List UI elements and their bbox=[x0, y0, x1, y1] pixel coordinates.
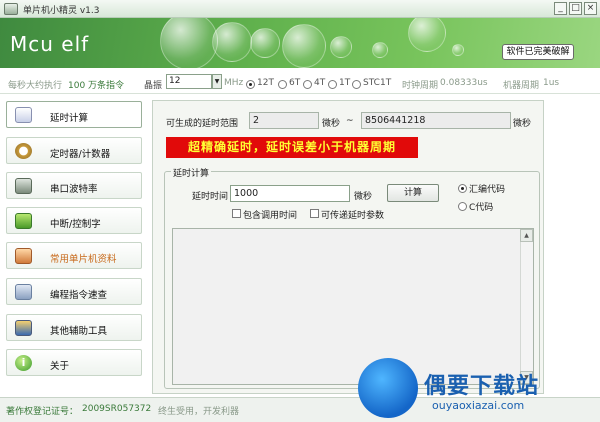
sidebar-item-baud[interactable]: 串口波特率 bbox=[6, 172, 142, 199]
sidebar-item-instructions[interactable]: 编程指令速查 bbox=[6, 278, 142, 305]
bubble-decoration bbox=[160, 18, 218, 68]
serial-port-icon bbox=[15, 178, 32, 194]
chip-icon bbox=[15, 213, 32, 229]
close-button[interactable]: × bbox=[584, 2, 597, 15]
sidebar-item-label: 定时器/计数器 bbox=[50, 149, 111, 160]
precision-warning-banner: 超精确延时，延时误差小于机器周期 bbox=[166, 137, 418, 158]
radio-6t-label: 6T bbox=[289, 78, 301, 88]
radio-stc1t[interactable] bbox=[352, 80, 361, 89]
sidebar-item-label: 关于 bbox=[50, 361, 70, 372]
speed-prefix: 每秒大约执行 bbox=[8, 81, 63, 91]
title-bar: 单片机小精灵 v1.3 _ □ × bbox=[0, 0, 600, 18]
range-label: 可生成的延时范围 bbox=[166, 119, 239, 129]
watermark-url: ouyaoxiazai.com bbox=[432, 399, 525, 412]
radio-4t[interactable] bbox=[303, 80, 312, 89]
delay-time-input[interactable]: 1000 bbox=[230, 185, 350, 202]
range-separator: ~ bbox=[346, 116, 354, 126]
slogan-text: 终生受用，开发利器 bbox=[158, 407, 240, 417]
app-icon bbox=[4, 3, 18, 15]
sidebar-item-label: 中断/控制字 bbox=[50, 219, 101, 230]
sidebar-item-label: 其他辅助工具 bbox=[50, 326, 108, 337]
sidebar-item-reference[interactable]: 常用单片机资料 bbox=[6, 242, 142, 269]
sidebar-item-interrupt[interactable]: 中断/控制字 bbox=[6, 207, 142, 234]
keyboard-icon bbox=[15, 284, 32, 300]
sidebar: 延时计算 定时器/计数器 串口波特率 中断/控制字 常用单片机资料 编程指令速查… bbox=[0, 95, 152, 397]
delay-unit: 微秒 bbox=[354, 192, 373, 202]
code-output-area[interactable] bbox=[172, 228, 534, 385]
minimize-button[interactable]: _ bbox=[554, 2, 567, 15]
range-min-field: 2 bbox=[249, 112, 319, 129]
info-icon: i bbox=[15, 355, 32, 371]
radio-asm-label: 汇编代码 bbox=[469, 185, 506, 195]
radio-12t[interactable] bbox=[246, 80, 255, 89]
radio-c-label: C代码 bbox=[469, 203, 494, 213]
include-call-checkbox[interactable] bbox=[232, 209, 241, 218]
hand-pointer-icon bbox=[15, 107, 32, 123]
sidebar-item-delay[interactable]: 延时计算 bbox=[6, 101, 142, 128]
toolbox-icon bbox=[15, 320, 32, 336]
crystal-select[interactable]: 12 bbox=[166, 74, 212, 89]
chevron-down-icon[interactable]: ▼ bbox=[212, 74, 222, 89]
crystal-label: 晶振 bbox=[144, 81, 163, 91]
delay-time-label: 延时时间 bbox=[192, 192, 229, 202]
range-unit-max: 微秒 bbox=[513, 119, 532, 129]
sidebar-item-label: 编程指令速查 bbox=[50, 290, 108, 301]
sidebar-item-label: 串口波特率 bbox=[50, 184, 98, 195]
machine-period-value: 1us bbox=[543, 78, 560, 88]
sidebar-item-about[interactable]: i 关于 bbox=[6, 349, 142, 376]
app-logo: Mcu elf bbox=[10, 32, 90, 56]
window-title: 单片机小精灵 v1.3 bbox=[23, 6, 100, 16]
radio-1t-label: 1T bbox=[339, 78, 351, 88]
calculate-button[interactable]: 计算 bbox=[387, 184, 439, 202]
include-call-label: 包含调用时间 bbox=[243, 211, 298, 221]
sidebar-item-tools[interactable]: 其他辅助工具 bbox=[6, 314, 142, 341]
stopwatch-icon bbox=[15, 143, 32, 159]
radio-stc1t-label: STC1T bbox=[363, 78, 392, 88]
bubble-decoration bbox=[212, 22, 252, 62]
sidebar-item-label: 延时计算 bbox=[50, 113, 89, 124]
clock-period-value: 0.08333us bbox=[440, 78, 488, 88]
radio-c-code[interactable] bbox=[458, 202, 467, 211]
restore-button[interactable]: □ bbox=[569, 2, 582, 15]
radio-4t-label: 4T bbox=[314, 78, 326, 88]
scroll-up-button[interactable]: ▲ bbox=[520, 229, 533, 242]
pass-param-checkbox[interactable] bbox=[310, 209, 319, 218]
watermark-logo-icon bbox=[358, 358, 418, 418]
watermark-title: 偶要下载站 bbox=[424, 374, 540, 399]
radio-12t-label: 12T bbox=[257, 78, 274, 88]
registration-label: 著作权登记证号： bbox=[6, 407, 79, 417]
sidebar-item-timer[interactable]: 定时器/计数器 bbox=[6, 137, 142, 164]
bubble-decoration bbox=[250, 28, 280, 58]
bubble-decoration bbox=[408, 18, 446, 52]
registration-number: 2009SR057372 bbox=[82, 404, 152, 414]
range-max-field: 8506441218 bbox=[361, 112, 511, 129]
bubble-decoration bbox=[372, 42, 388, 58]
pass-param-label: 可传递延时参数 bbox=[321, 211, 385, 221]
radio-1t[interactable] bbox=[328, 80, 337, 89]
bubble-decoration bbox=[282, 24, 326, 68]
delay-group-title: 延时计算 bbox=[171, 166, 212, 179]
cracked-button[interactable]: 软件已完美破解 bbox=[502, 44, 574, 60]
clock-period-label: 时钟周期 bbox=[402, 81, 439, 91]
machine-period-label: 机器周期 bbox=[503, 81, 540, 91]
book-icon bbox=[15, 248, 32, 264]
range-unit-min: 微秒 bbox=[322, 119, 341, 129]
radio-6t[interactable] bbox=[278, 80, 287, 89]
vertical-scrollbar[interactable] bbox=[520, 241, 533, 372]
bubble-decoration bbox=[452, 44, 464, 56]
header-banner: Mcu elf bbox=[0, 18, 600, 68]
radio-asm-code[interactable] bbox=[458, 184, 467, 193]
crystal-unit: MHz bbox=[224, 78, 244, 88]
sidebar-item-label: 常用单片机资料 bbox=[50, 254, 117, 265]
bubble-decoration bbox=[330, 36, 352, 58]
speed-value: 100 万条指令 bbox=[68, 81, 125, 91]
